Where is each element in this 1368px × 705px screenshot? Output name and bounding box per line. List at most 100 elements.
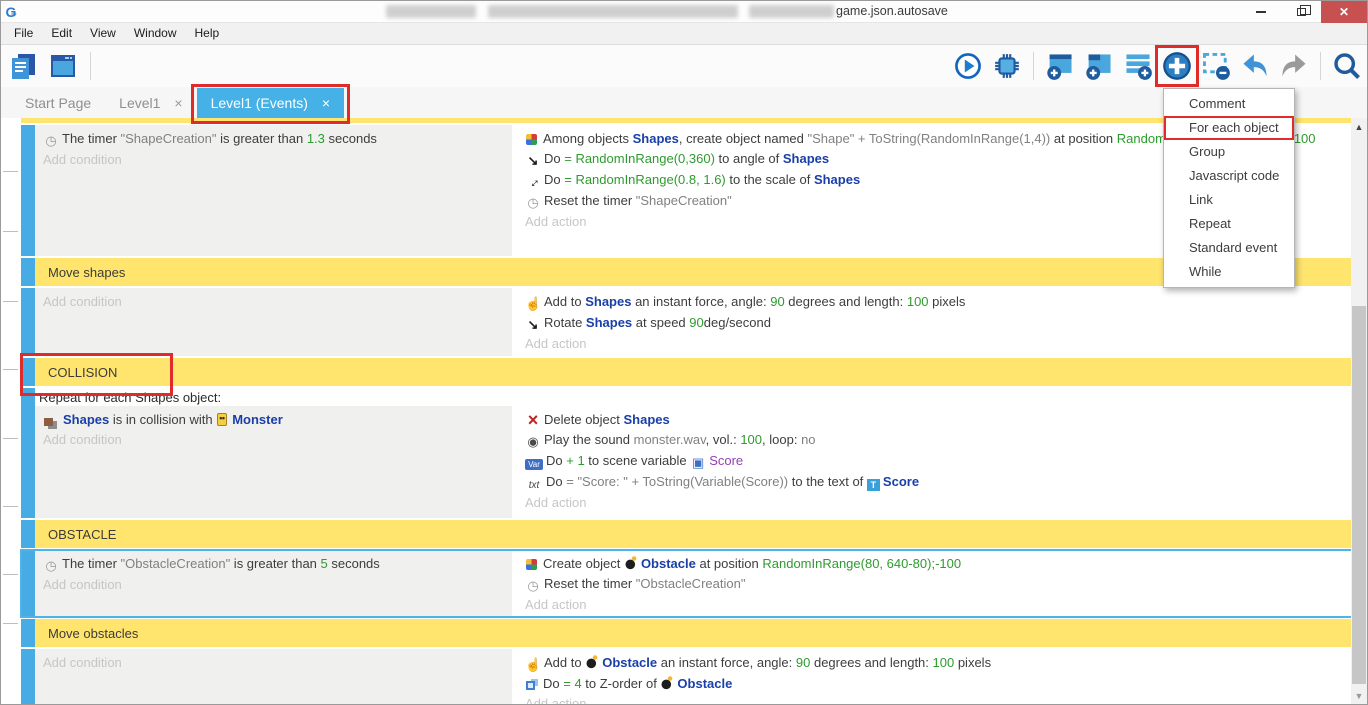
scroll-up-icon[interactable]: ▲ — [1351, 122, 1367, 132]
add-add-condition[interactable]: Add condition — [37, 574, 510, 594]
remove-event-button[interactable] — [1200, 50, 1232, 82]
tab-label: Level1 — [119, 95, 160, 111]
menu-item-standard-event[interactable]: Standard event — [1164, 236, 1294, 260]
conditions-panel: The timer "ObstacleCreation" is greater … — [35, 550, 512, 617]
comment-row[interactable]: Move obstacles — [21, 619, 1353, 647]
event-row: Add condition Add to Shapes an instant fo… — [21, 288, 1353, 356]
menu-item-while[interactable]: While — [1164, 260, 1294, 284]
actions-panel: Delete object ShapesPlay the sound monst… — [517, 406, 1353, 518]
event-line[interactable]: Shapes is in collision with Monster — [37, 409, 510, 429]
event-drag-bar[interactable] — [21, 288, 35, 356]
actions-panel: Add to Shapes an instant force, angle: 9… — [517, 288, 1353, 356]
close-tab-icon[interactable]: × — [174, 95, 182, 111]
scroll-down-icon[interactable]: ▼ — [1351, 691, 1367, 701]
event-line[interactable]: Do + 1 to scene variable Score — [519, 450, 1351, 471]
event-line[interactable]: Add to Obstacle an instant force, angle:… — [519, 652, 1351, 673]
create-icon — [526, 134, 537, 145]
text-icon — [867, 479, 880, 491]
add-add-action[interactable]: Add action — [519, 492, 1351, 512]
menu-window[interactable]: Window — [125, 23, 186, 44]
menu-edit[interactable]: Edit — [42, 23, 81, 44]
tab-label: Level1 (Events) — [211, 95, 308, 111]
event-line[interactable]: Create object Obstacle at position Rando… — [519, 553, 1351, 573]
minimize-button[interactable] — [1241, 1, 1281, 23]
redo-button[interactable] — [1278, 50, 1310, 82]
event-line[interactable]: The timer "ObstacleCreation" is greater … — [37, 553, 510, 574]
event-drag-bar[interactable] — [21, 649, 35, 704]
event-row: The timer "ShapeCreation" is greater tha… — [21, 125, 1353, 256]
menu-item-for-each-object[interactable]: For each object — [1164, 116, 1294, 140]
comment-row[interactable]: Move shapes — [21, 258, 1353, 286]
restore-icon — [1297, 8, 1306, 16]
menu-view[interactable]: View — [81, 23, 125, 44]
add-add-condition[interactable]: Add condition — [37, 149, 510, 169]
scene-editor-button[interactable] — [47, 50, 79, 82]
conditions-panel: Add condition — [35, 288, 512, 356]
add-add-action[interactable]: Add action — [519, 693, 1351, 704]
close-icon: ✕ — [1339, 5, 1349, 19]
menu-item-link[interactable]: Link — [1164, 188, 1294, 212]
menu-item-repeat[interactable]: Repeat — [1164, 212, 1294, 236]
event-drag-bar[interactable] — [21, 358, 35, 386]
event-line[interactable]: The timer "ShapeCreation" is greater tha… — [37, 128, 510, 149]
menu-help[interactable]: Help — [186, 23, 229, 44]
menu-item-javascript-code[interactable]: Javascript code — [1164, 164, 1294, 188]
add-comment-button[interactable] — [1122, 50, 1154, 82]
tab-start-page[interactable]: Start Page — [11, 87, 105, 118]
search-button[interactable] — [1331, 50, 1363, 82]
menu-item-group[interactable]: Group — [1164, 140, 1294, 164]
add-subevent-button[interactable] — [1083, 50, 1115, 82]
gdevelop-logo-icon: Ǥ — [1, 2, 21, 22]
debug-button[interactable] — [991, 50, 1023, 82]
scrollbar-thumb[interactable] — [1352, 306, 1366, 684]
add-other-event-button[interactable] — [1161, 50, 1193, 82]
menu-item-comment[interactable]: Comment — [1164, 92, 1294, 116]
shapes-icon — [44, 418, 53, 426]
event-line[interactable]: Do = "Score: " + ToString(Variable(Score… — [519, 471, 1351, 492]
event-line[interactable]: Reset the timer "ObstacleCreation" — [519, 573, 1351, 594]
timer-icon — [43, 559, 59, 573]
menu-file[interactable]: File — [5, 23, 42, 44]
conditions-panel: Shapes is in collision with MonsterAdd c… — [35, 406, 512, 518]
add-add-action[interactable]: Add action — [519, 594, 1351, 614]
project-manager-button[interactable] — [7, 50, 39, 82]
close-tab-icon[interactable]: × — [322, 95, 330, 111]
restore-button[interactable] — [1281, 1, 1321, 23]
add-add-condition[interactable]: Add condition — [37, 652, 510, 672]
gutter-tick — [3, 438, 18, 439]
event-drag-bar[interactable] — [21, 550, 35, 617]
project-manager-icon — [9, 53, 37, 80]
redacted-title-block — [386, 5, 476, 18]
event-line[interactable]: Rotate Shapes at speed 90deg/second — [519, 312, 1351, 333]
event-line[interactable]: Play the sound monster.wav, vol.: 100, l… — [519, 429, 1351, 450]
add-add-condition[interactable]: Add condition — [37, 291, 510, 311]
event-drag-bar[interactable] — [21, 258, 35, 286]
comment-label: OBSTACLE — [35, 520, 1353, 548]
event-drag-bar[interactable] — [21, 619, 35, 647]
event-row: Add condition Add to Obstacle an instant … — [21, 649, 1353, 704]
force-icon — [525, 297, 541, 311]
tab-level1-events[interactable]: Level1 (Events) × — [197, 88, 344, 118]
minimize-icon — [1256, 11, 1266, 13]
event-line[interactable]: Add to Shapes an instant force, angle: 9… — [519, 291, 1351, 312]
gdevelop-window: Ǥ game.json.autosave ✕ FileEditViewWindo… — [0, 0, 1368, 705]
close-button[interactable]: ✕ — [1321, 1, 1367, 23]
event-drag-bar[interactable] — [21, 125, 35, 256]
gutter-tick — [3, 623, 18, 624]
event-line[interactable]: Do = 4 to Z-order of Obstacle — [519, 673, 1351, 693]
event-line[interactable]: Delete object Shapes — [519, 409, 1351, 429]
add-add-condition[interactable]: Add condition — [37, 429, 510, 449]
tab-label: Start Page — [25, 95, 91, 111]
add-event-button[interactable] — [1044, 50, 1076, 82]
comment-row[interactable]: COLLISION — [21, 358, 1353, 386]
add-other-event-icon — [1162, 51, 1192, 81]
event-drag-bar[interactable] — [21, 388, 35, 518]
undo-button[interactable] — [1239, 50, 1271, 82]
rotate-icon — [525, 318, 541, 332]
tab-level1[interactable]: Level1 × — [105, 87, 196, 118]
scenevar-icon — [690, 456, 706, 470]
event-drag-bar[interactable] — [21, 520, 35, 548]
add-add-action[interactable]: Add action — [519, 333, 1351, 353]
play-button[interactable] — [952, 50, 984, 82]
comment-row[interactable]: OBSTACLE — [21, 520, 1353, 548]
